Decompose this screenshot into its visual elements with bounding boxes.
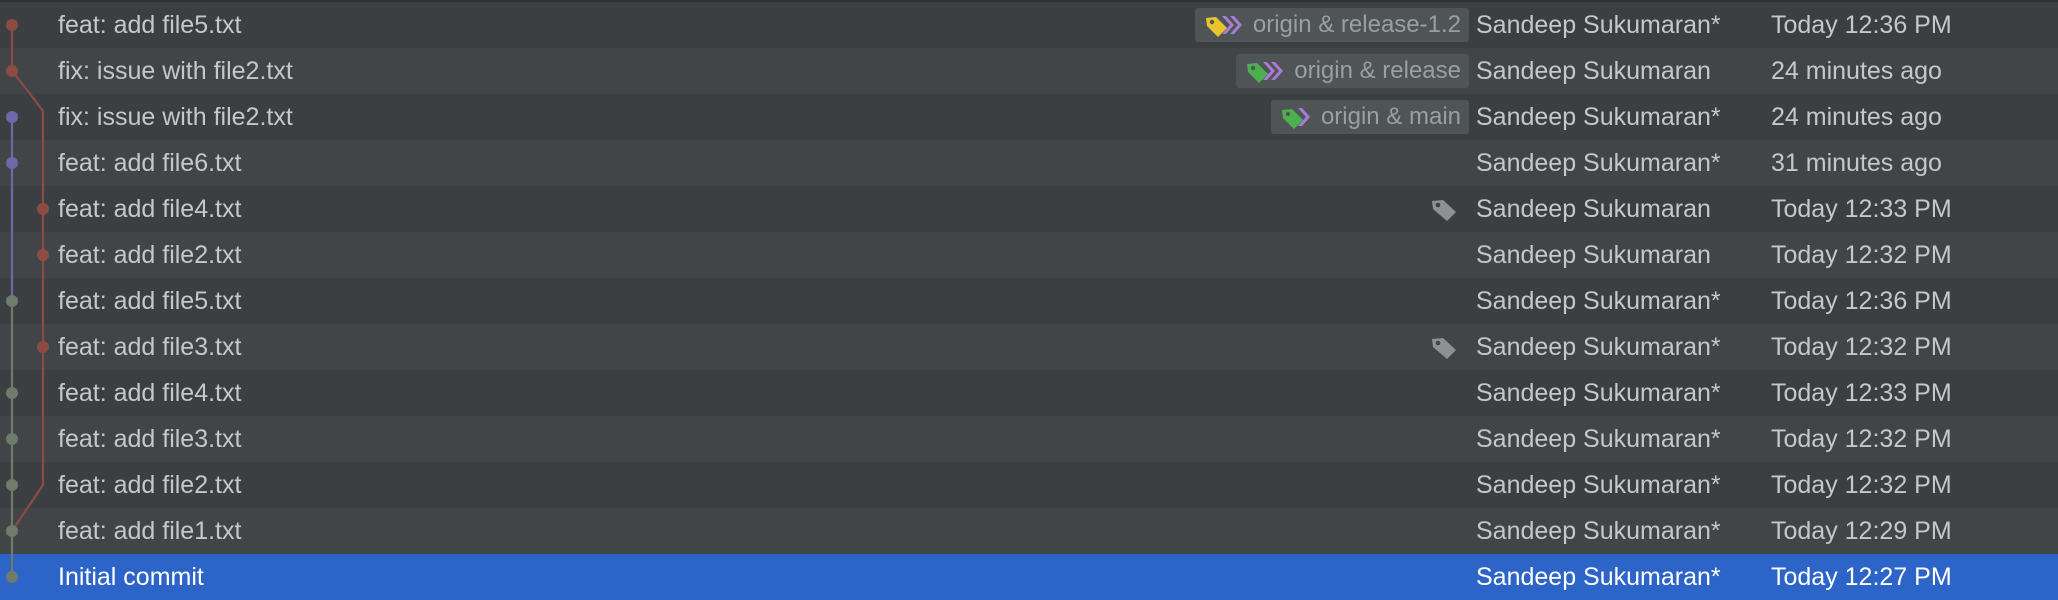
commit-date: Today 12:27 PM: [1771, 563, 1952, 591]
commit-message: feat: add file3.txt: [58, 425, 242, 453]
commit-message: feat: add file5.txt: [58, 11, 242, 39]
ref-label: origin & release: [1236, 54, 1469, 88]
commit-author: Sandeep Sukumaran: [1476, 57, 1711, 85]
commit-date: Today 12:32 PM: [1771, 425, 1952, 453]
commit-date: Today 12:33 PM: [1771, 379, 1952, 407]
commit-message: feat: add file3.txt: [58, 333, 242, 361]
ref-names: origin & release: [1294, 57, 1461, 84]
commit-date: 31 minutes ago: [1771, 149, 1942, 177]
commit-row[interactable]: feat: add file4.txt Sandeep Sukumaran* T…: [0, 370, 2058, 416]
commit-message: feat: add file4.txt: [58, 379, 242, 407]
commit-message: feat: add file5.txt: [58, 287, 242, 315]
commit-row[interactable]: feat: add file3.txt Sandeep Sukumaran* T…: [0, 416, 2058, 462]
commit-message: feat: add file2.txt: [58, 471, 242, 499]
commit-date: Today 12:36 PM: [1771, 287, 1952, 315]
commit-message: feat: add file6.txt: [58, 149, 242, 177]
green-tag-purple-branches-icon: [1247, 62, 1284, 83]
commit-date: Today 12:32 PM: [1771, 471, 1952, 499]
git-log-view: feat: add file5.txt origin & release-1.2…: [0, 0, 2058, 600]
commit-row[interactable]: feat: add file5.txt Sandeep Sukumaran* T…: [0, 278, 2058, 324]
commit-row[interactable]: fix: issue with file2.txt origin & main …: [0, 94, 2058, 140]
ref-label: origin & release-1.2: [1194, 8, 1469, 42]
commit-message: fix: issue with file2.txt: [58, 57, 293, 85]
ref-names: origin & main: [1320, 103, 1461, 130]
commit-message: fix: issue with file2.txt: [58, 103, 293, 131]
commit-row[interactable]: feat: add file3.txt Sandeep Sukumaran* T…: [0, 324, 2058, 370]
commit-row[interactable]: fix: issue with file2.txt origin & relea…: [0, 48, 2058, 94]
commit-message: Initial commit: [58, 563, 204, 591]
commit-date: Today 12:32 PM: [1771, 241, 1952, 269]
tag-icon: [1432, 338, 1456, 359]
commit-author: Sandeep Sukumaran*: [1476, 333, 1721, 361]
commit-date: Today 12:32 PM: [1771, 333, 1952, 361]
commit-row[interactable]: feat: add file2.txt Sandeep Sukumaran To…: [0, 232, 2058, 278]
green-tag-purple-branch-icon: [1281, 108, 1310, 129]
commit-author: Sandeep Sukumaran*: [1476, 287, 1721, 315]
commit-message: feat: add file2.txt: [58, 241, 242, 269]
commit-row[interactable]: feat: add file1.txt Sandeep Sukumaran* T…: [0, 508, 2058, 554]
tag-icon: [1432, 200, 1456, 221]
commit-author: Sandeep Sukumaran*: [1476, 103, 1721, 131]
commit-author: Sandeep Sukumaran*: [1476, 11, 1721, 39]
commit-date: Today 12:29 PM: [1771, 517, 1952, 545]
commit-author: Sandeep Sukumaran*: [1476, 379, 1721, 407]
commit-row[interactable]: feat: add file6.txt Sandeep Sukumaran* 3…: [0, 140, 2058, 186]
commit-author: Sandeep Sukumaran: [1476, 195, 1711, 223]
commit-date: Today 12:36 PM: [1771, 11, 1952, 39]
ref-names: origin & release-1.2: [1252, 11, 1461, 38]
commit-date: 24 minutes ago: [1771, 103, 1942, 131]
commit-author: Sandeep Sukumaran*: [1476, 517, 1721, 545]
commit-row[interactable]: feat: add file4.txt Sandeep Sukumaran To…: [0, 186, 2058, 232]
commit-message: feat: add file4.txt: [58, 195, 242, 223]
commit-date: 24 minutes ago: [1771, 57, 1942, 85]
commit-author: Sandeep Sukumaran: [1476, 241, 1711, 269]
commit-row[interactable]: feat: add file5.txt origin & release-1.2…: [0, 2, 2058, 48]
commit-author: Sandeep Sukumaran*: [1476, 471, 1721, 499]
commit-author: Sandeep Sukumaran*: [1476, 149, 1721, 177]
commit-row-selected[interactable]: Initial commit Sandeep Sukumaran* Today …: [0, 554, 2058, 600]
commit-message: feat: add file1.txt: [58, 517, 242, 545]
commit-row[interactable]: feat: add file2.txt Sandeep Sukumaran* T…: [0, 462, 2058, 508]
commit-author: Sandeep Sukumaran*: [1476, 563, 1721, 591]
ref-label: origin & main: [1270, 100, 1469, 134]
commit-author: Sandeep Sukumaran*: [1476, 425, 1721, 453]
commit-date: Today 12:33 PM: [1771, 195, 1952, 223]
yellow-tag-purple-branches-icon: [1205, 16, 1242, 37]
